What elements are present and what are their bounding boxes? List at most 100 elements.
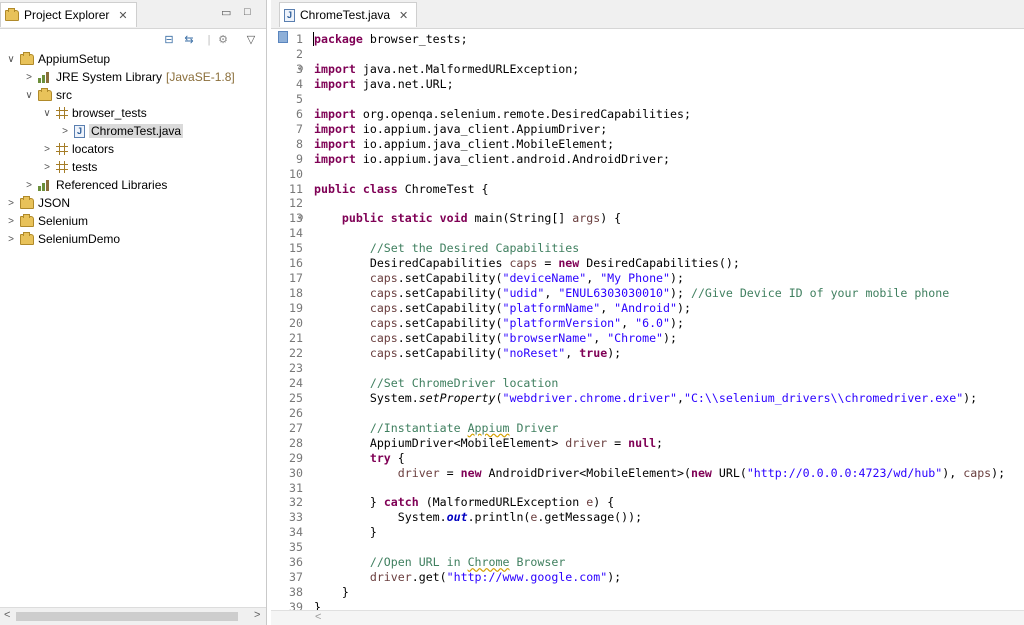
code-text: caps.setCapability("platformName", "Andr…: [369, 301, 691, 316]
tree-item-seleniumdemo[interactable]: > SeleniumDemo: [6, 230, 120, 248]
tree-item-label: AppiumSetup: [38, 52, 111, 66]
line-number: 6: [296, 106, 303, 121]
line-number: 20: [289, 316, 303, 331]
maximize-icon[interactable]: □: [244, 6, 251, 18]
project-explorer-tab[interactable]: Project Explorer ✕: [0, 2, 137, 27]
code-text: driver.get("http://www.google.com");: [369, 570, 622, 585]
tree-item-browser-tests[interactable]: ∨ browser_tests: [42, 104, 147, 122]
chevron-right-icon[interactable]: >: [6, 198, 16, 209]
close-icon[interactable]: ✕: [399, 9, 408, 22]
code-text: System.setProperty("webdriver.chrome.dri…: [314, 390, 978, 405]
tree-item-label: JSON: [38, 196, 71, 210]
tree-item-chrometest-java[interactable]: > J ChromeTest.java: [60, 122, 184, 140]
chevron-right-icon[interactable]: >: [6, 216, 16, 227]
code-text: import io.appium.java_client.android.And…: [314, 151, 670, 166]
tree-item-locators[interactable]: > locators: [42, 140, 114, 158]
code-text: public static void main(String[] args) {: [341, 211, 622, 226]
view-menu-chevron-down-icon[interactable]: ▽: [244, 33, 258, 46]
tree-item-appiumsetup[interactable]: ∨ AppiumSetup: [6, 50, 110, 68]
code-text: public class ChromeTest {: [314, 181, 489, 196]
line-number: 12: [289, 196, 303, 211]
tree-item-referenced-libraries[interactable]: > Referenced Libraries: [24, 176, 167, 194]
focus-icon[interactable]: ⚙: [216, 33, 230, 46]
chevron-down-icon[interactable]: ∨: [6, 54, 16, 65]
chevron-right-icon[interactable]: >: [24, 180, 34, 191]
line-number: 25: [289, 390, 303, 405]
code-text: }: [314, 525, 377, 540]
editor-tab-chrometest[interactable]: J ChromeTest.java ✕: [279, 2, 418, 27]
line-number: 10: [289, 166, 303, 181]
editor-tab-label: ChromeTest.java: [300, 8, 391, 22]
chevron-right-icon[interactable]: >: [42, 162, 52, 173]
code-text: try {: [369, 450, 405, 465]
line-number: 26: [289, 405, 303, 420]
code-text: DesiredCapabilities caps = new DesiredCa…: [314, 256, 740, 271]
java-file-icon: J: [74, 124, 85, 138]
code-text: //Instantiate Appium Driver: [369, 420, 559, 435]
project-explorer-icon: [5, 7, 19, 21]
line-number: 23: [289, 360, 303, 375]
java-file-icon: J: [284, 8, 295, 22]
tree-item-json[interactable]: > JSON: [6, 194, 70, 212]
chevron-down-icon[interactable]: ∨: [24, 90, 34, 101]
link-with-editor-icon[interactable]: ⇆: [182, 33, 196, 46]
scroll-left-icon[interactable]: <: [4, 609, 10, 621]
tree-item-tests[interactable]: > tests: [42, 158, 97, 176]
tree-item-label: browser_tests: [72, 106, 147, 120]
chevron-right-icon[interactable]: >: [24, 72, 34, 83]
tree-item-label: JRE System Library: [56, 70, 163, 84]
line-number: 8: [296, 136, 303, 151]
editor-tabbar: J ChromeTest.java ✕: [271, 0, 1024, 29]
tree-item-label: SeleniumDemo: [38, 232, 121, 246]
tree-item-src[interactable]: ∨ src: [24, 86, 72, 104]
code-text: caps.setCapability("browserName", "Chrom…: [369, 331, 677, 345]
scroll-right-icon[interactable]: >: [254, 609, 260, 621]
line-number: 9: [296, 151, 303, 166]
line-number: 35: [289, 540, 303, 555]
line-number: 34: [289, 525, 303, 540]
fold-toggle-icon[interactable]: ⊖: [298, 211, 303, 226]
code-text: package browser_tests;: [313, 32, 468, 46]
line-number: 28: [289, 435, 303, 450]
code-text: caps.setCapability("platformVersion", "6…: [369, 316, 684, 331]
close-icon[interactable]: ✕: [118, 9, 127, 22]
code-text: } catch (MalformedURLException e) {: [314, 495, 615, 510]
code-text: //Set the Desired Capabilities: [369, 241, 580, 256]
line-number: 5: [296, 91, 303, 106]
library-version-label: [JavaSE-1.8]: [166, 70, 235, 84]
fold-toggle-icon[interactable]: ⊖: [298, 62, 303, 77]
chevron-right-icon[interactable]: >: [6, 234, 16, 245]
project-folder-icon: [20, 231, 34, 245]
scroll-left-icon[interactable]: <: [315, 611, 321, 623]
chevron-right-icon[interactable]: >: [42, 144, 52, 155]
tree-item-selenium[interactable]: > Selenium: [6, 212, 88, 230]
line-number: 14: [289, 226, 303, 241]
editor-horizontal-scrollbar[interactable]: <: [271, 610, 1024, 625]
scrollbar-thumb[interactable]: [16, 612, 238, 621]
tree-item-label: Selenium: [38, 214, 89, 228]
chevron-right-icon[interactable]: >: [60, 126, 70, 137]
project-folder-icon: [20, 213, 34, 227]
collapse-all-icon[interactable]: ⊟: [162, 33, 176, 46]
code-text: caps.setCapability("udid", "ENUL63030300…: [369, 286, 950, 301]
tree-item-label: src: [56, 88, 72, 102]
tree-item-jre-system-library[interactable]: > JRE System Library [JavaSE-1.8]: [24, 68, 235, 86]
tree-item-label: Referenced Libraries: [56, 178, 168, 192]
line-number: 11: [289, 181, 303, 196]
minimize-icon[interactable]: ▭: [221, 6, 231, 19]
project-explorer-panel: Project Explorer ✕ ▭ □ ⊟ ⇆ | ⚙ ▽ ∨ Appium…: [0, 0, 267, 625]
package-icon: [56, 107, 68, 119]
code-text: caps.setCapability("noReset", true);: [369, 345, 622, 360]
code-text: import java.net.URL;: [314, 76, 454, 91]
code-text: System.out.println(e.getMessage());: [314, 510, 643, 525]
code-text: }: [314, 585, 349, 600]
line-number: 24: [289, 375, 303, 390]
chevron-down-icon[interactable]: ∨: [42, 108, 52, 119]
horizontal-scrollbar[interactable]: < >: [0, 607, 266, 625]
tree-item-label: locators: [72, 142, 115, 156]
line-number: 18: [289, 286, 303, 301]
code-area[interactable]: 1 package browser_tests; 2 3 ⊖ import java.ne…: [271, 30, 1024, 611]
tree-item-label: tests: [72, 160, 98, 174]
code-text: //Set ChromeDriver location: [369, 375, 559, 390]
line-number: 1: [296, 32, 303, 46]
